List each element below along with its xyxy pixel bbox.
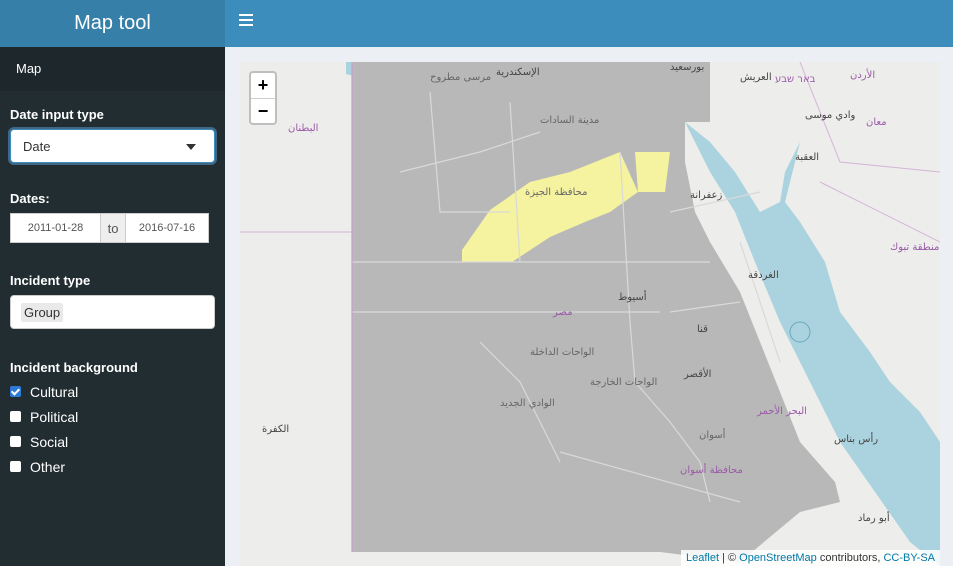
checkbox-unchecked-icon[interactable] xyxy=(10,436,21,447)
map-label-batnan: البطنان xyxy=(288,123,319,134)
map-label-kufra: الكفرة xyxy=(262,424,290,435)
map-label-hurghada: الغردقة xyxy=(748,270,779,281)
map-label-asyut: أسيوط xyxy=(618,292,647,303)
checkbox-unchecked-icon[interactable] xyxy=(10,461,21,472)
checkbox-checked-icon[interactable] xyxy=(10,386,21,397)
map-label-zafarana: زعفرانة xyxy=(690,190,723,201)
map-label-rasbanas: رأس بناس xyxy=(834,434,879,445)
sidebar-item-map[interactable]: Map xyxy=(0,47,225,91)
map-label-aburamad: أبو رماد xyxy=(858,513,890,524)
map-attribution: Leaflet | © OpenStreetMap contributors, … xyxy=(680,550,940,566)
map-label-arish: العريش xyxy=(740,72,772,83)
checkbox-other[interactable]: Other xyxy=(0,454,225,479)
map-label-luxor: الأقصر xyxy=(684,369,712,380)
dates-label: Dates: xyxy=(10,191,50,206)
leaflet-map[interactable]: الإسكندرية بورسعيد العريش באר שבע الأردن… xyxy=(240,62,940,566)
map-label-tabuk: منطقة تبوك xyxy=(890,242,940,253)
checkbox-label: Cultural xyxy=(30,383,79,400)
map-label-beersheba: באר שבע xyxy=(775,74,816,85)
app-logo: Map tool xyxy=(0,0,225,47)
map-label-sadat: مدينة السادات xyxy=(540,115,600,126)
map-tiles xyxy=(240,62,940,566)
checkbox-political[interactable]: Political xyxy=(0,404,225,429)
zoom-out-button[interactable]: − xyxy=(251,98,275,123)
map-label-aswangov: محافظة أسوان xyxy=(680,465,743,476)
leaflet-link[interactable]: Leaflet xyxy=(686,552,719,564)
map-label-misr: مصر xyxy=(553,307,573,318)
map-label-maan: معان xyxy=(866,117,887,128)
map-label-aqaba: العقبة xyxy=(795,152,820,163)
incident-type-label: Incident type xyxy=(10,273,91,288)
zoom-in-button[interactable]: + xyxy=(251,73,275,98)
checkbox-label: Political xyxy=(30,408,79,425)
map-label-redsea: البحر الأحمر xyxy=(757,406,807,417)
date-input-type-label: Date input type xyxy=(10,107,104,122)
map-label-kharga: الواحات الخارجة xyxy=(590,377,658,388)
sidebar: Map Date input type Date Dates: 2011-01-… xyxy=(0,47,225,566)
date-input-type-select[interactable]: Date xyxy=(10,129,215,163)
map-label-jordan: الأردن xyxy=(850,70,876,81)
map-label-alex: الإسكندرية xyxy=(496,67,540,78)
checkbox-label: Other xyxy=(30,458,66,475)
license-link[interactable]: CC-BY-SA xyxy=(883,552,935,564)
map-label-newvalley: الوادي الجديد xyxy=(500,398,555,409)
map-label-matruh: مرسى مطروح xyxy=(430,72,492,83)
date-range-input: 2011-01-28 to 2016-07-16 xyxy=(10,213,215,243)
sidebar-toggle-icon[interactable] xyxy=(239,14,253,28)
incident-type-tag[interactable]: Group xyxy=(21,303,64,322)
chevron-down-icon xyxy=(186,144,196,150)
top-navbar xyxy=(225,0,953,47)
incident-type-input[interactable]: Group xyxy=(10,295,215,329)
osm-link[interactable]: OpenStreetMap xyxy=(739,552,817,564)
checkbox-unchecked-icon[interactable] xyxy=(10,411,21,422)
map-label-portsaid: بورسعيد xyxy=(670,62,705,73)
attribution-contributors: contributors, xyxy=(816,552,884,564)
date-range-separator: to xyxy=(101,213,125,243)
map-label-aswan: أسوان xyxy=(699,430,726,441)
zoom-control: + − xyxy=(249,71,277,125)
checkbox-cultural[interactable]: Cultural xyxy=(0,379,225,404)
checkbox-social[interactable]: Social xyxy=(0,429,225,454)
map-label-dakhla: الواحات الداخلة xyxy=(530,347,595,358)
attribution-separator: | © xyxy=(719,552,740,564)
map-label-qena: قنا xyxy=(697,324,708,335)
date-to-input[interactable]: 2016-07-16 xyxy=(125,213,209,243)
date-input-type-value: Date xyxy=(23,139,51,154)
map-label-giza: محافظة الجيزة xyxy=(525,187,588,198)
incident-background-label: Incident background xyxy=(10,360,138,375)
checkbox-label: Social xyxy=(30,433,69,450)
date-from-input[interactable]: 2011-01-28 xyxy=(10,213,101,243)
map-label-wadimusa: وادي موسى xyxy=(805,110,856,121)
